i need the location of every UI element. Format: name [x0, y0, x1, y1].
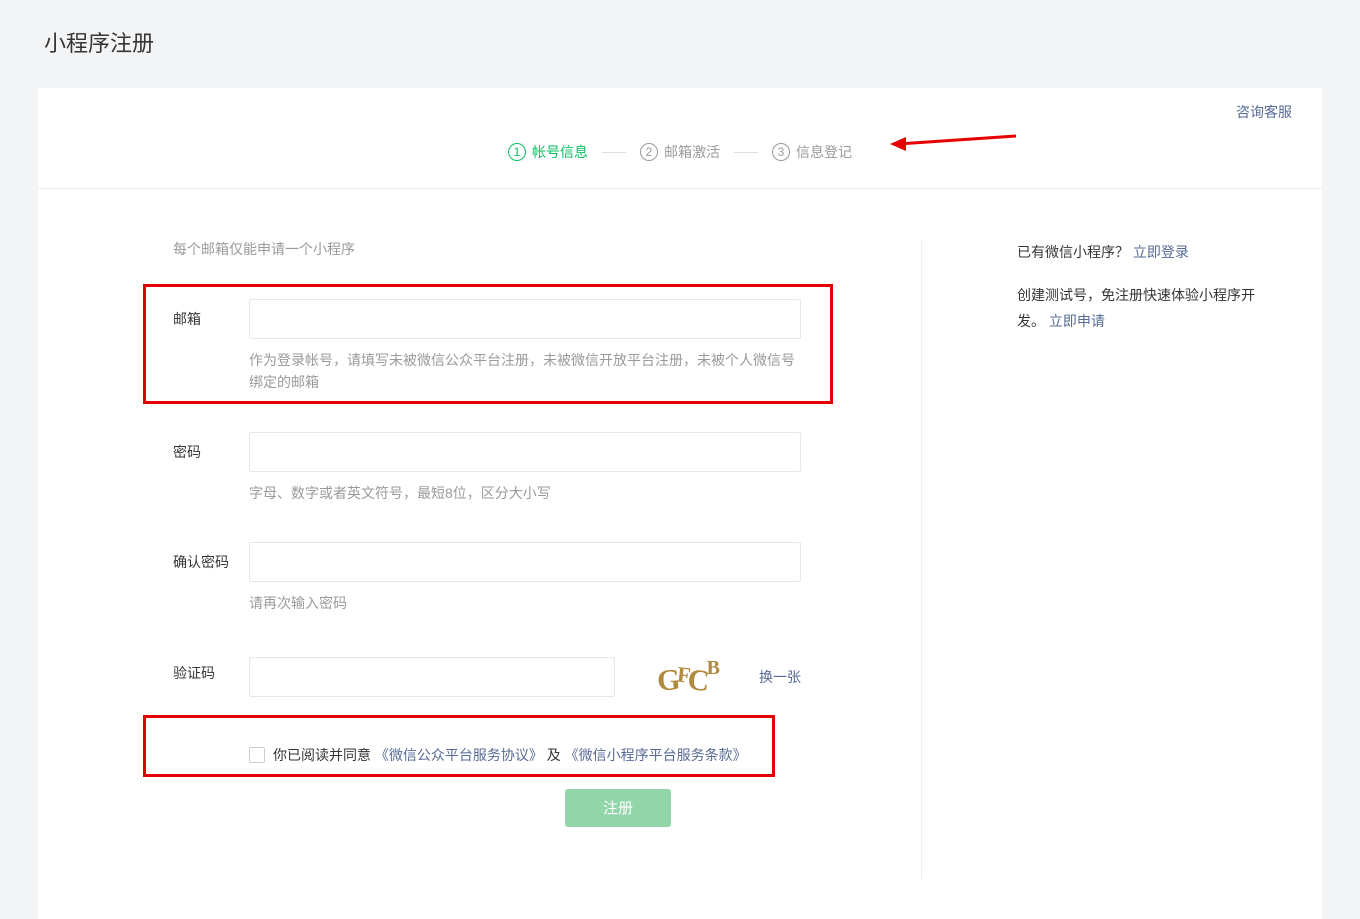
email-input[interactable] [249, 299, 801, 339]
step-divider [602, 152, 626, 153]
agreement-prefix: 你已阅读并同意 [273, 747, 371, 763]
step-2-label: 邮箱激活 [664, 142, 720, 162]
confirm-label: 确认密码 [173, 542, 249, 614]
body-area: 每个邮箱仅能申请一个小程序 邮箱 作为登录帐号，请填写未被微信公众平台注册，未被… [38, 189, 1322, 919]
existing-prefix: 已有微信小程序？ [1017, 244, 1129, 260]
page-title: 小程序注册 [0, 0, 1360, 58]
email-help: 作为登录帐号，请填写未被微信公众平台注册，未被微信开放平台注册，未被个人微信号绑… [249, 349, 801, 394]
step-1-num: 1 [508, 143, 526, 161]
confirm-password-row: 确认密码 请再次输入密码 [173, 542, 861, 614]
step-3-num: 3 [772, 143, 790, 161]
form-column: 每个邮箱仅能申请一个小程序 邮箱 作为登录帐号，请填写未被微信公众平台注册，未被… [38, 239, 922, 879]
steps-bar: 1 帐号信息 2 邮箱激活 3 信息登记 [38, 88, 1322, 189]
step-email-activate: 2 邮箱激活 [640, 142, 720, 162]
step-2-num: 2 [640, 143, 658, 161]
captcha-label: 验证码 [173, 653, 249, 701]
email-label: 邮箱 [173, 299, 249, 394]
agreement-mid: 及 [547, 747, 561, 763]
captcha-refresh-link[interactable]: 换一张 [759, 667, 801, 687]
side-column: 已有微信小程序？ 立即登录 创建测试号，免注册快速体验小程序开发。 立即申请 [922, 239, 1322, 879]
top-hint: 每个邮箱仅能申请一个小程序 [173, 239, 861, 259]
password-help: 字母、数字或者英文符号，最短8位，区分大小写 [249, 482, 801, 504]
confirm-help: 请再次输入密码 [249, 592, 801, 614]
agreement-row-wrap: 你已阅读并同意 《微信公众平台服务协议》 及 《微信小程序平台服务条款》 注册 [173, 739, 861, 827]
main-panel: 咨询客服 1 帐号信息 2 邮箱激活 3 信息登记 每个邮箱仅能申请一个小程序 … [38, 88, 1322, 919]
existing-account-line: 已有微信小程序？ 立即登录 [1017, 239, 1262, 266]
step-account: 1 帐号信息 [508, 142, 588, 162]
confirm-password-input[interactable] [249, 542, 801, 582]
apply-link[interactable]: 立即申请 [1049, 313, 1105, 329]
agreement-text: 你已阅读并同意 《微信公众平台服务协议》 及 《微信小程序平台服务条款》 [273, 745, 747, 765]
password-input[interactable] [249, 432, 801, 472]
login-link[interactable]: 立即登录 [1133, 244, 1189, 260]
password-label: 密码 [173, 432, 249, 504]
step-3-label: 信息登记 [796, 142, 852, 162]
captcha-input[interactable] [249, 657, 615, 697]
agreement-checkbox[interactable] [249, 747, 265, 763]
captcha-image[interactable]: GFCB [631, 653, 743, 701]
email-row: 邮箱 作为登录帐号，请填写未被微信公众平台注册，未被微信开放平台注册，未被个人微… [173, 299, 861, 394]
agreement-link-1[interactable]: 《微信公众平台服务协议》 [375, 747, 543, 763]
test-account-line: 创建测试号，免注册快速体验小程序开发。 立即申请 [1017, 282, 1262, 335]
step-info-register: 3 信息登记 [772, 142, 852, 162]
agreement-link-2[interactable]: 《微信小程序平台服务条款》 [565, 747, 747, 763]
arrow-annotation-icon [888, 132, 1018, 156]
captcha-row: 验证码 GFCB 换一张 [173, 653, 861, 701]
register-button[interactable]: 注册 [565, 789, 671, 827]
step-divider [734, 152, 758, 153]
password-row: 密码 字母、数字或者英文符号，最短8位，区分大小写 [173, 432, 861, 504]
step-1-label: 帐号信息 [532, 142, 588, 162]
